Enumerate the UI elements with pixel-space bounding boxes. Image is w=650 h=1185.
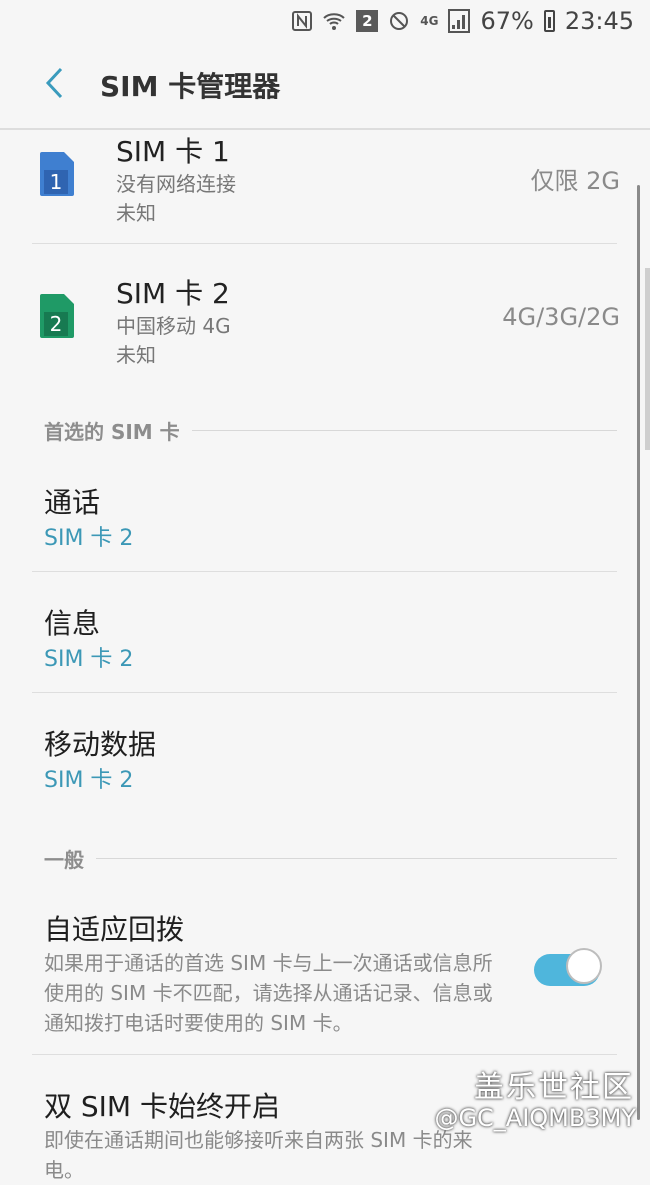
calls-preference-title[interactable]: 通话: [44, 481, 100, 521]
wifi-icon: [322, 9, 346, 33]
sim-card-1-row[interactable]: 1 SIM 卡 1 没有网络连接 未知 仅限 2G: [0, 128, 650, 248]
dual-sim-always-on-description: 即使在通话期间也能够接听来自两张 SIM 卡的来电。: [44, 1128, 473, 1182]
divider: [32, 243, 617, 244]
adaptive-callback-title[interactable]: 自适应回拨: [44, 908, 184, 948]
page-title: SIM 卡管理器: [100, 70, 281, 103]
sim-card-1-status: 没有网络连接: [116, 172, 236, 196]
sim-card-1-icon: 1: [40, 152, 74, 196]
network-4g-icon: 4G: [420, 14, 439, 28]
sim2-badge-text: 2: [356, 10, 379, 32]
app-bar: SIM 卡管理器: [0, 42, 650, 128]
sim-card-2-network: 4G/3G/2G: [502, 303, 620, 331]
sim-card-2-detail: 未知: [116, 343, 156, 367]
nfc-icon: [292, 9, 313, 33]
preferred-sim-section-title: 首选的 SIM 卡: [44, 420, 180, 444]
sim-card-1-network: 仅限 2G: [530, 167, 621, 195]
back-button[interactable]: [34, 65, 74, 105]
dual-sim-always-on-title[interactable]: 双 SIM 卡始终开启: [44, 1085, 280, 1125]
sim-card-2-name: SIM 卡 2: [116, 277, 230, 310]
battery-icon: [543, 9, 555, 33]
mobile-data-preference-value[interactable]: SIM 卡 2: [44, 762, 133, 794]
section-divider-line: [96, 858, 617, 859]
svg-text:2: 2: [50, 312, 63, 336]
svg-text:1: 1: [50, 170, 63, 194]
calls-preference-value[interactable]: SIM 卡 2: [44, 520, 133, 552]
sim2-badge: 2: [356, 9, 379, 33]
sim-card-2-status: 中国移动 4G: [116, 314, 231, 338]
watermark-community: 盖乐世社区: [474, 1070, 634, 1105]
sim-card-2-icon: 2: [40, 294, 74, 338]
watermark-handle: @GC_AIQMB3MY: [434, 1104, 636, 1132]
messages-preference-value[interactable]: SIM 卡 2: [44, 641, 133, 673]
battery-percent: 67%: [480, 7, 534, 35]
adaptive-callback-description: 如果用于通话的首选 SIM 卡与上一次通话或信息所使用的 SIM 卡不匹配，请选…: [44, 951, 493, 1035]
section-divider-line: [191, 430, 617, 431]
messages-preference-title[interactable]: 信息: [44, 602, 100, 642]
toggle-knob: [566, 948, 602, 984]
general-section-header: 一般: [44, 844, 617, 873]
sim-card-2-row[interactable]: 2 SIM 卡 2 中国移动 4G 未知 4G/3G/2G: [0, 270, 650, 390]
sim-card-1-detail: 未知: [116, 201, 156, 225]
sim-card-1-name: SIM 卡 1: [116, 135, 230, 168]
adaptive-callback-toggle[interactable]: [534, 946, 602, 990]
time: 23:45: [564, 7, 634, 35]
divider: [32, 1054, 617, 1055]
preferred-sim-section-header: 首选的 SIM 卡: [44, 416, 617, 445]
general-section-title: 一般: [44, 848, 84, 872]
do-not-disturb-icon: [388, 9, 410, 33]
divider: [32, 692, 617, 693]
back-arrow-icon: [43, 66, 65, 104]
mobile-data-preference-title[interactable]: 移动数据: [44, 723, 156, 763]
status-bar: 2 4G 67% 23:45: [0, 0, 650, 42]
signal-icon: [448, 9, 471, 33]
divider: [32, 571, 617, 572]
